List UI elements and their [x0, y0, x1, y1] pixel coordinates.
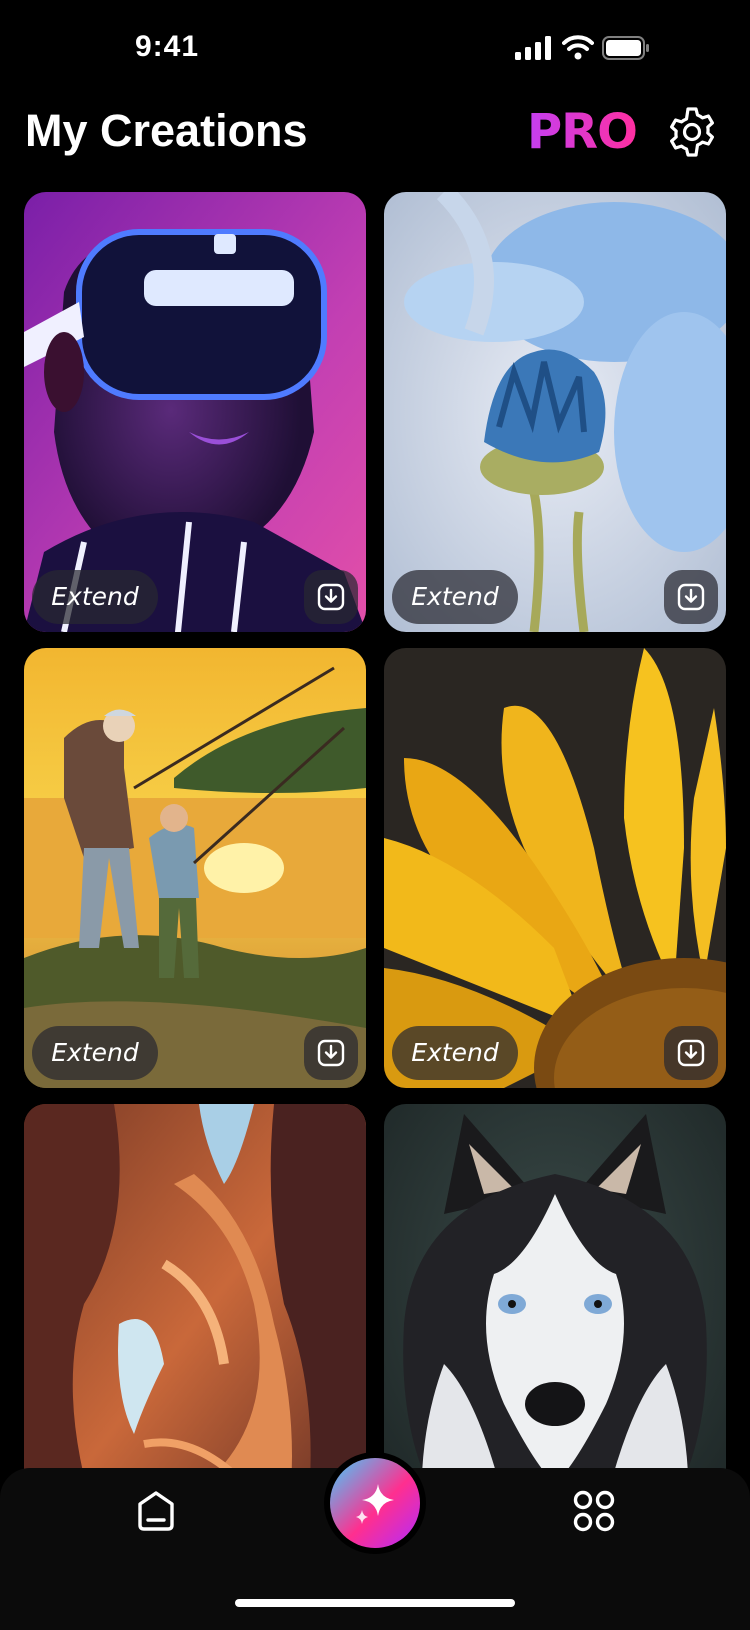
download-icon [677, 583, 705, 611]
fishing-painting-image [24, 648, 366, 1088]
status-time: 9:41 [135, 30, 200, 63]
sunflower-image [384, 648, 726, 1088]
extend-button[interactable]: Extend [392, 570, 518, 624]
download-button[interactable] [304, 570, 358, 624]
gear-icon[interactable] [666, 106, 718, 158]
creation-card[interactable]: Extend [24, 648, 366, 1088]
wifi-icon [562, 35, 594, 60]
download-button[interactable] [664, 570, 718, 624]
create-button[interactable] [330, 1458, 420, 1548]
download-icon [317, 583, 345, 611]
download-button[interactable] [664, 1026, 718, 1080]
pro-badge[interactable]: PRO [527, 104, 638, 160]
download-icon [317, 1039, 345, 1067]
sparkle-icon [356, 1484, 394, 1524]
home-icon[interactable] [136, 1490, 176, 1532]
blue-flower-image [384, 192, 726, 632]
page-title: My Creations [25, 105, 308, 156]
creation-card[interactable]: Extend [24, 192, 366, 632]
status-bar: 9:41 [0, 0, 750, 90]
extend-button[interactable]: Extend [32, 570, 158, 624]
creation-card[interactable]: Extend [384, 648, 726, 1088]
extend-button[interactable]: Extend [392, 1026, 518, 1080]
grid-icon[interactable] [573, 1490, 615, 1532]
cellular-signal-icon [515, 36, 551, 60]
home-indicator [235, 1599, 515, 1607]
battery-icon [602, 36, 649, 60]
extend-button[interactable]: Extend [32, 1026, 158, 1080]
download-icon [677, 1039, 705, 1067]
creation-card[interactable]: Extend [384, 192, 726, 632]
download-button[interactable] [304, 1026, 358, 1080]
vr-portrait-image [24, 192, 366, 632]
